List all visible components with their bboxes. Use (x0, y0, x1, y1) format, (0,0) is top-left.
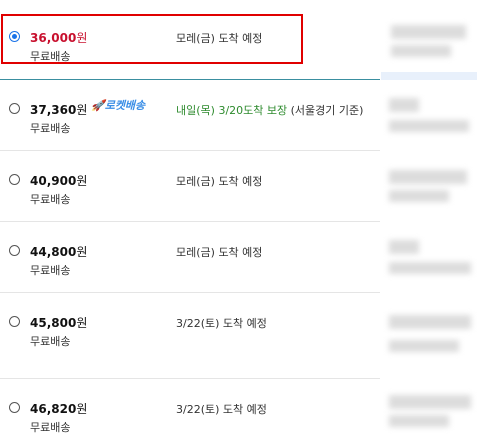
selection-highlight-box (1, 14, 303, 64)
rocket-delivery-badge: 🚀로켓배송 (91, 99, 146, 112)
option-5-shipping: 무료배송 (30, 335, 71, 348)
option-2-shipping: 무료배송 (30, 122, 71, 135)
redacted-seller-column (381, 0, 477, 432)
row-divider (0, 79, 380, 80)
option-2-price: 37,360원 (30, 103, 88, 117)
option-3-price: 40,900원 (30, 174, 88, 188)
option-6-price: 46,820원 (30, 402, 88, 416)
option-4-radio[interactable] (9, 245, 20, 256)
redacted-strip (381, 72, 477, 80)
option-2-eta: 내일(목) 3/20도착 보장 (서울경기 기준) (176, 104, 364, 117)
option-6-radio[interactable] (9, 402, 20, 413)
option-3-eta: 모레(금) 도착 예정 (176, 175, 263, 188)
option-2-radio[interactable] (9, 103, 20, 114)
option-5-price: 45,800원 (30, 316, 88, 330)
option-4-shipping: 무료배송 (30, 264, 71, 277)
option-5-radio[interactable] (9, 316, 20, 327)
option-6-shipping: 무료배송 (30, 421, 71, 434)
option-4-eta: 모레(금) 도착 예정 (176, 246, 263, 259)
option-6-eta: 3/22(토) 도착 예정 (176, 403, 267, 416)
seller-option-list: 36,000원 무료배송 모레(금) 도착 예정 37,360원 🚀로켓배송 무… (0, 0, 380, 434)
row-divider (0, 292, 380, 293)
row-divider (0, 150, 380, 151)
option-3-shipping: 무료배송 (30, 193, 71, 206)
option-4-price: 44,800원 (30, 245, 88, 259)
row-divider (0, 221, 380, 222)
option-5-eta: 3/22(토) 도착 예정 (176, 317, 267, 330)
option-3-radio[interactable] (9, 174, 20, 185)
row-divider (0, 378, 380, 379)
